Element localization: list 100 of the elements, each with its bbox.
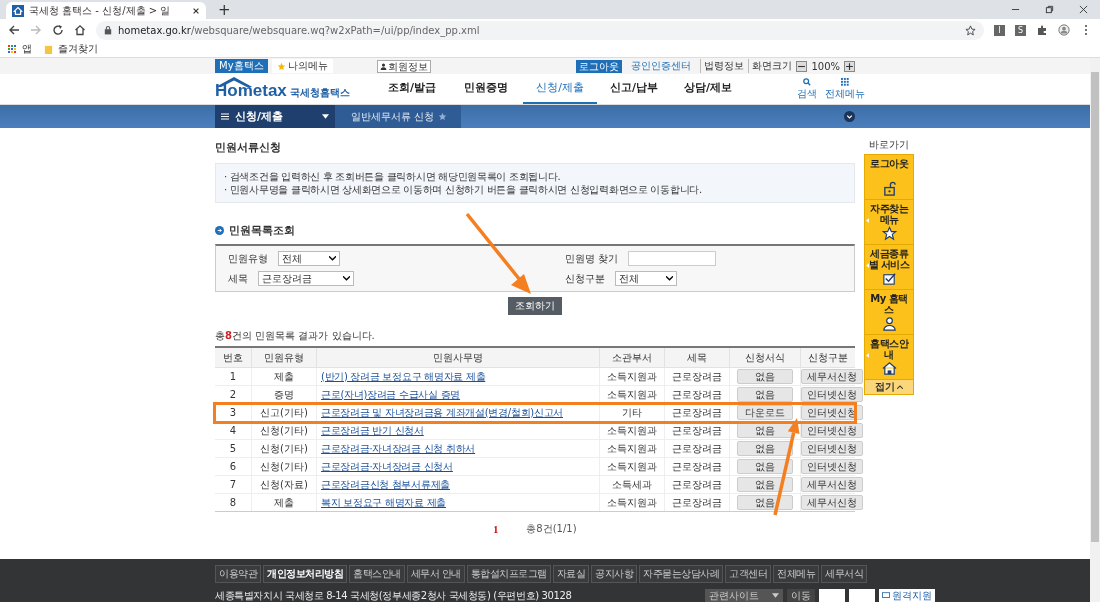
page-link[interactable]: 1	[493, 523, 499, 535]
apply-button[interactable]: 세무서신청	[801, 369, 863, 384]
column-header: 세목	[664, 347, 730, 368]
footer-link[interactable]: 자주묻는상담사례	[639, 565, 724, 583]
footer-link[interactable]: 자료실	[552, 565, 590, 583]
remote-support-button[interactable]: 원격지원	[879, 589, 935, 602]
nav-tab[interactable]: 상담/제보	[671, 74, 745, 104]
chevron-down-icon[interactable]	[844, 111, 855, 122]
new-tab-button[interactable]: +	[218, 2, 231, 18]
browser-tab[interactable]: 국세청 홈택스 - 신청/제출 > 일	[6, 2, 206, 19]
nav-tab[interactable]: 조회/발급	[375, 74, 449, 104]
table-cell: 근로장려금	[664, 439, 730, 458]
form-button[interactable]: 다운로드	[737, 405, 793, 420]
search-button[interactable]: 검색	[797, 77, 817, 101]
quick-menu-item[interactable]: 자주찾는 메뉴	[865, 200, 913, 245]
menu-dropdown[interactable]: 신청/제출	[215, 105, 335, 128]
back-icon[interactable]	[8, 24, 20, 36]
quick-menu-item[interactable]: My 홈택스	[865, 290, 913, 335]
column-header: 신청구분	[800, 347, 855, 368]
select-field[interactable]: 전체	[278, 251, 340, 266]
table-cell: 제출	[251, 367, 317, 386]
my-hometax-tab[interactable]: My홈택스	[215, 59, 268, 73]
all-menu-button[interactable]: 전체메뉴	[825, 77, 865, 101]
field-label: 민원유형	[228, 251, 268, 266]
caret-icon	[322, 114, 329, 119]
logo-text[interactable]: Hometax	[215, 82, 287, 100]
apps-grid-icon	[8, 44, 17, 54]
footer-link[interactable]: 홈택스안내	[349, 565, 405, 583]
caret-icon	[329, 256, 336, 261]
nav-tab[interactable]: 신고/납부	[597, 74, 671, 104]
related-sites-select[interactable]: 관련사이트	[705, 588, 783, 602]
footer-link[interactable]: 통합설치프로그램	[466, 565, 551, 583]
logo-name[interactable]: 국세청홈택스	[289, 86, 350, 100]
reload-icon[interactable]	[52, 24, 64, 36]
breadcrumb-item[interactable]: 일반세무서류 신청	[335, 105, 462, 128]
column-header: 번호	[215, 347, 252, 368]
footer-link[interactable]: 세무서식	[821, 565, 868, 583]
go-button[interactable]: 이동	[787, 588, 815, 602]
zoom-in-button[interactable]	[844, 60, 855, 72]
table-cell: 소득지원과	[599, 421, 665, 440]
select-field[interactable]: 전체	[615, 271, 677, 286]
apply-button[interactable]: 인터넷신청	[801, 459, 863, 474]
puzzle-icon[interactable]	[1036, 24, 1048, 36]
quick-menu-item[interactable]: 세금종류별 서비스	[865, 245, 913, 290]
select-field[interactable]: 근로장려금	[258, 271, 354, 286]
search-button[interactable]: 조회하기	[508, 297, 562, 315]
apply-button[interactable]: 세무서신청	[801, 477, 863, 492]
text-field[interactable]	[628, 251, 717, 266]
form-button[interactable]: 없음	[737, 459, 793, 474]
footer-link[interactable]: 고객센터	[725, 565, 772, 583]
table-cell: 신청(기타)	[251, 457, 317, 476]
result-summary: 총8건의 민원목록 결과가 있습니다.	[215, 329, 376, 343]
column-header: 민원사무명	[316, 347, 600, 368]
restore-icon[interactable]	[1045, 5, 1054, 14]
form-button[interactable]: 없음	[737, 477, 793, 492]
plus-icon	[845, 61, 854, 71]
footer-link[interactable]: 이용약관	[215, 565, 261, 583]
tab-title: 국세청 홈택스 - 신청/제출 > 일	[29, 3, 172, 18]
table-cell: 근로장려금	[664, 421, 730, 440]
avatar-icon[interactable]	[1058, 24, 1070, 36]
close-icon[interactable]	[1079, 5, 1088, 14]
quick-menu-item[interactable]: 로그아웃	[865, 155, 913, 200]
form-button[interactable]: 없음	[737, 495, 793, 510]
form-button[interactable]: 없음	[737, 387, 793, 402]
member-info-button[interactable]: 회원정보	[376, 59, 431, 73]
my-menu-tab[interactable]: 나의메뉴	[271, 59, 333, 73]
unlocked-padlock-icon	[881, 181, 897, 196]
footer-link[interactable]: 전체메뉴	[773, 565, 820, 583]
form-button[interactable]: 없음	[737, 369, 793, 384]
utility-link[interactable]: 화면크기	[748, 59, 793, 73]
extension-button[interactable]: I	[994, 24, 1005, 36]
collapse-button[interactable]: 접기	[865, 380, 913, 394]
form-button[interactable]: 없음	[737, 441, 793, 456]
logout-button[interactable]: 로그아웃	[576, 59, 623, 73]
lock-icon	[104, 25, 112, 35]
apply-button[interactable]: 인터넷신청	[801, 441, 863, 456]
page-scrollbar[interactable]	[1090, 58, 1100, 602]
field-label: 신청구분	[565, 271, 605, 286]
nav-tab[interactable]: 민원증명	[449, 74, 523, 104]
apply-button[interactable]: 인터넷신청	[801, 405, 863, 420]
table-cell: 신청(자료)	[251, 475, 317, 494]
home-icon[interactable]	[74, 24, 86, 36]
zoom-out-button[interactable]	[796, 60, 808, 72]
cert-center-link[interactable]: 공인인증센터	[631, 59, 692, 73]
bookmark[interactable]: 앱	[8, 42, 32, 56]
star-icon	[881, 226, 897, 241]
field-label: 민원명 찾기	[565, 251, 619, 266]
apply-button[interactable]: 인터넷신청	[801, 387, 863, 402]
address-field[interactable]: hometax.go.kr/websquare/websquare.wq?w2xPath=/ui/pp/index_pp.xml	[96, 20, 984, 40]
star-icon[interactable]	[965, 24, 976, 36]
caret-icon	[343, 276, 350, 281]
table-cell: 근로장려금	[664, 457, 730, 476]
bookmark[interactable]: 즐겨찾기	[44, 42, 98, 56]
footer-link[interactable]: 개인정보처리방침	[263, 565, 347, 583]
apply-button[interactable]: 세무서신청	[801, 495, 863, 510]
utility-link[interactable]: 법령정보	[700, 59, 745, 73]
footer-link[interactable]: 공지사항	[591, 565, 638, 583]
extension-button[interactable]: S	[1015, 24, 1026, 36]
close-icon[interactable]	[192, 6, 200, 15]
footer-link[interactable]: 세무서 안내	[406, 565, 465, 583]
